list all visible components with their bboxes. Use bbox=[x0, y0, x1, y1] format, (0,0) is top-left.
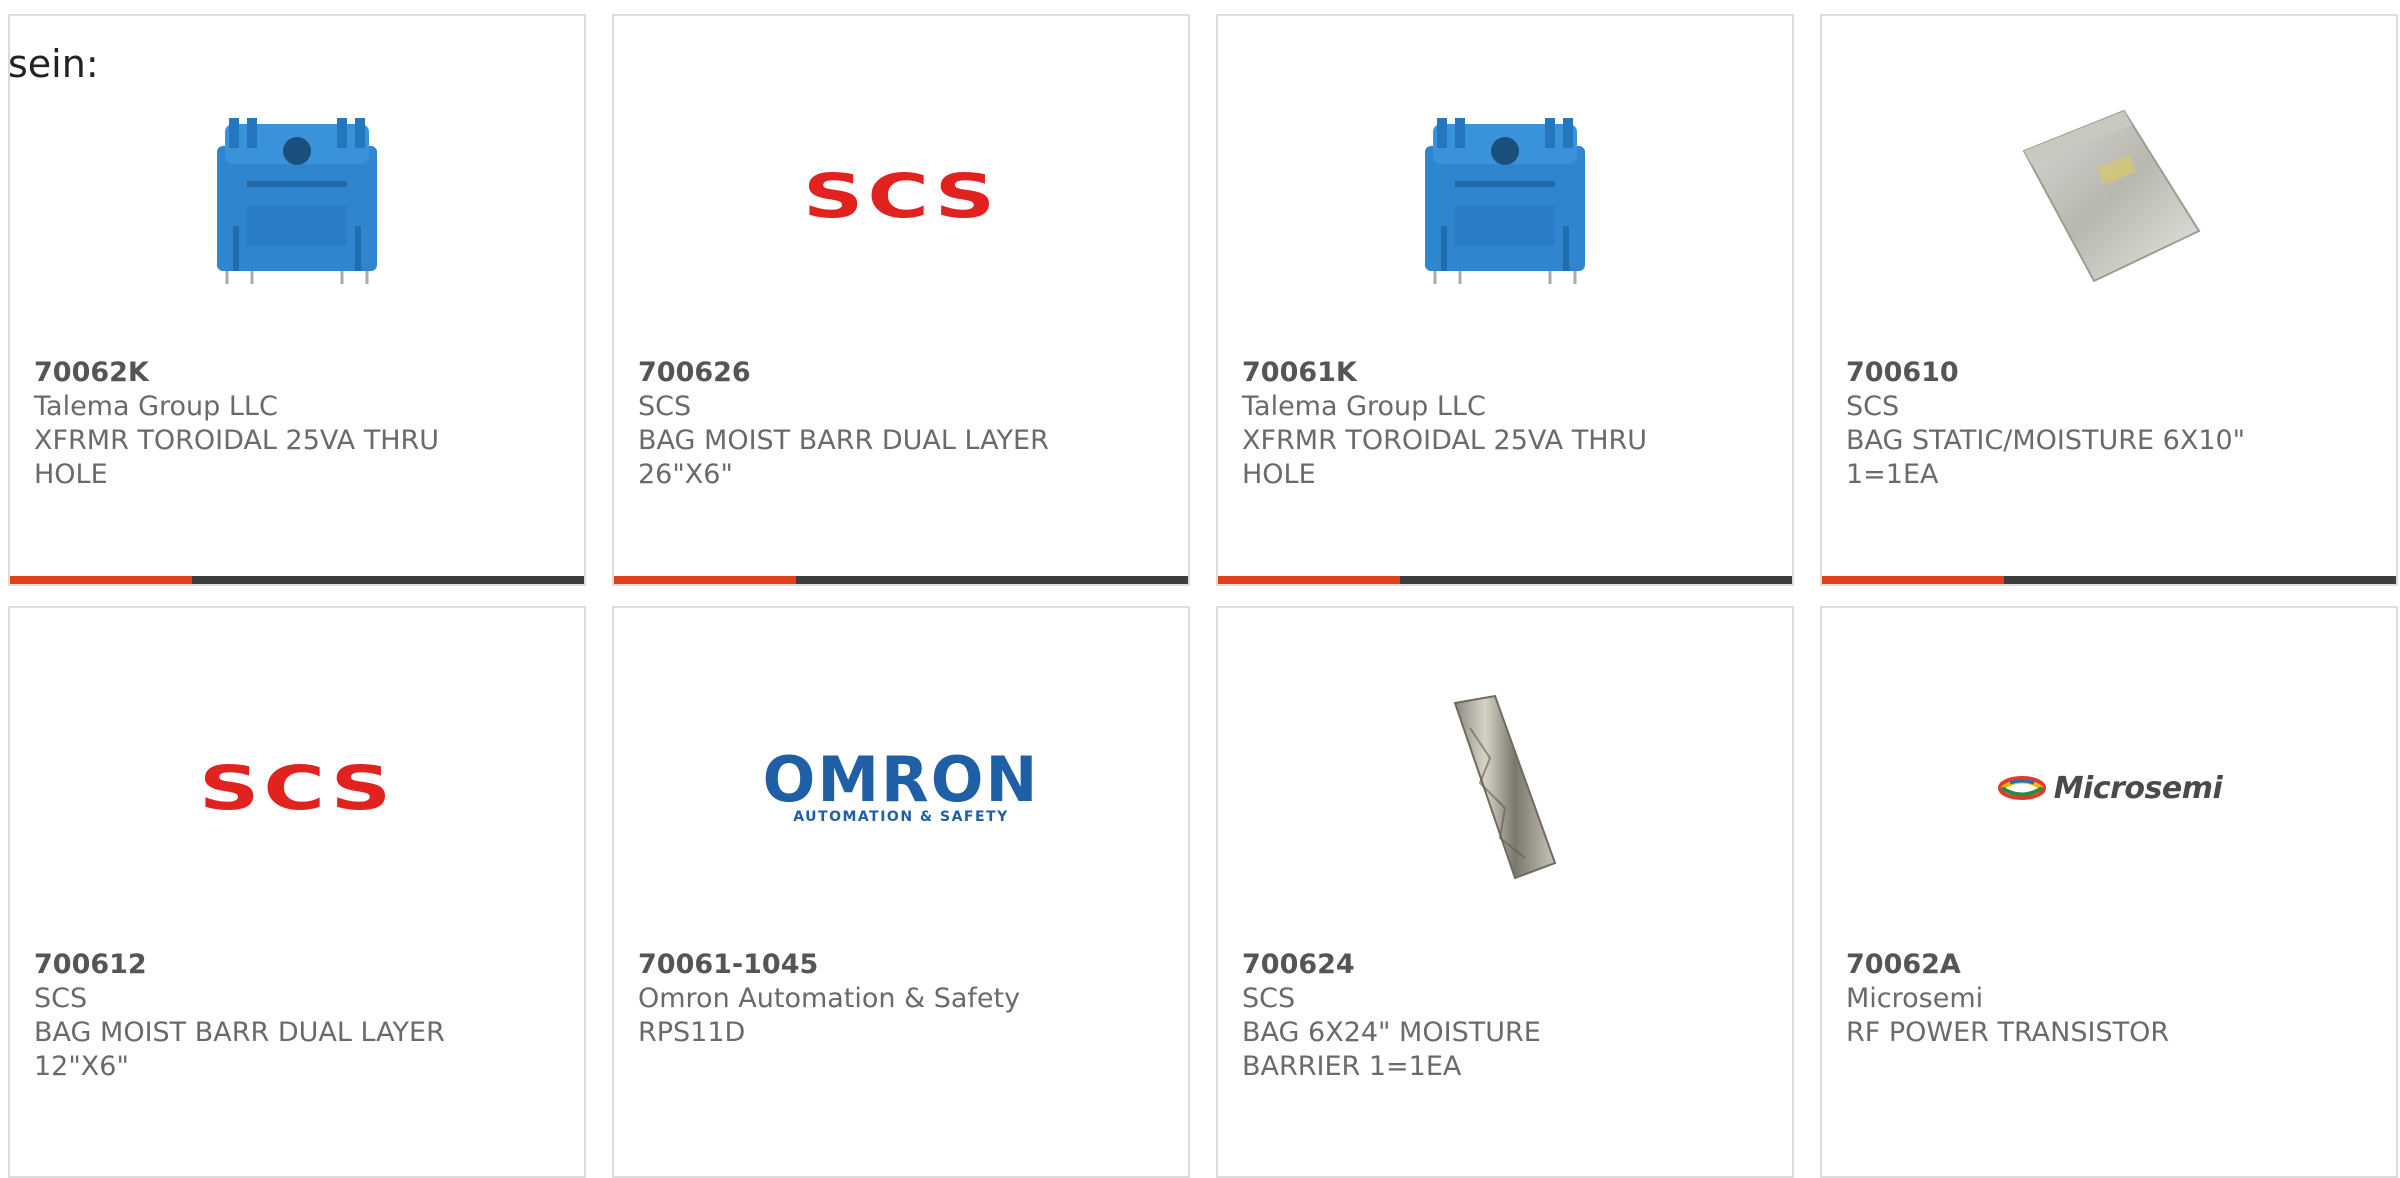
manufacturer: SCS bbox=[34, 983, 88, 1014]
card-bar bbox=[10, 576, 584, 584]
product-image[interactable]: SCS bbox=[614, 76, 1188, 316]
description: XFRMR TOROIDAL 25VA THRU HOLE bbox=[34, 425, 440, 490]
product-card[interactable]: 700624 SCS BAG 6X24" MOISTURE BARRIER 1=… bbox=[1216, 606, 1794, 1178]
product-info: 70062A Microsemi RF POWER TRANSISTOR bbox=[1846, 948, 2372, 1050]
manufacturer: Omron Automation & Safety bbox=[638, 983, 1021, 1014]
product-card[interactable]: Microsemi 70062A Microsemi RF POWER TRAN… bbox=[1820, 606, 2398, 1178]
description: RF POWER TRANSISTOR bbox=[1846, 1017, 2170, 1048]
card-bar-accent bbox=[1822, 576, 2004, 584]
part-number[interactable]: 700626 bbox=[638, 356, 1164, 390]
part-number[interactable]: 700610 bbox=[1846, 356, 2372, 390]
moisture-bag-image bbox=[1453, 694, 1557, 880]
product-info: 700626 SCS BAG MOIST BARR DUAL LAYER 26"… bbox=[638, 356, 1164, 492]
manufacturer: Talema Group LLC bbox=[34, 391, 278, 422]
card-bar bbox=[1218, 576, 1792, 584]
card-bar-accent bbox=[10, 576, 192, 584]
scs-logo: SCS bbox=[802, 160, 1000, 232]
description: BAG MOIST BARR DUAL LAYER 12"X6" bbox=[34, 1017, 445, 1082]
card-bar bbox=[1822, 576, 2396, 584]
omron-logo: OMRON AUTOMATION & SAFETY bbox=[762, 743, 1040, 826]
product-info: 700610 SCS BAG STATIC/MOISTURE 6X10" 1=1… bbox=[1846, 356, 2372, 492]
description: BAG MOIST BARR DUAL LAYER 26"X6" bbox=[638, 425, 1049, 490]
product-info: 70061-1045 Omron Automation & Safety RPS… bbox=[638, 948, 1164, 1050]
manufacturer: SCS bbox=[1846, 391, 1900, 422]
omron-logo-subtext: AUTOMATION & SAFETY bbox=[793, 809, 1009, 825]
description: XFRMR TOROIDAL 25VA THRU HOLE bbox=[1242, 425, 1648, 490]
product-image[interactable]: SCS bbox=[10, 668, 584, 908]
part-number[interactable]: 70062K bbox=[34, 356, 560, 390]
product-image[interactable] bbox=[1822, 76, 2396, 316]
manufacturer: SCS bbox=[638, 391, 692, 422]
description: BAG 6X24" MOISTURE BARRIER 1=1EA bbox=[1242, 1017, 1541, 1082]
part-number[interactable]: 70062A bbox=[1846, 948, 2372, 982]
product-card[interactable]: SCS 700612 SCS BAG MOIST BARR DUAL LAYER… bbox=[8, 606, 586, 1178]
part-number[interactable]: 70061K bbox=[1242, 356, 1768, 390]
product-card[interactable]: 70061K Talema Group LLC XFRMR TOROIDAL 2… bbox=[1216, 14, 1794, 586]
scs-logo: SCS bbox=[198, 752, 396, 824]
omron-logo-text: OMRON bbox=[762, 743, 1040, 816]
microsemi-swoosh-icon bbox=[1997, 776, 2046, 800]
product-card[interactable]: SCS 700626 SCS BAG MOIST BARR DUAL LAYER… bbox=[612, 14, 1190, 586]
microsemi-logo-text: Microsemi bbox=[2053, 770, 2223, 806]
card-bar-accent bbox=[1218, 576, 1400, 584]
product-image[interactable]: Microsemi bbox=[1822, 668, 2396, 908]
manufacturer: Microsemi bbox=[1846, 983, 1984, 1014]
product-card[interactable]: OMRON AUTOMATION & SAFETY 70061-1045 Omr… bbox=[612, 606, 1190, 1178]
product-info: 70061K Talema Group LLC XFRMR TOROIDAL 2… bbox=[1242, 356, 1768, 492]
manufacturer: Talema Group LLC bbox=[1242, 391, 1486, 422]
product-grid: 70062K Talema Group LLC XFRMR TOROIDAL 2… bbox=[8, 14, 2398, 1178]
product-info: 700624 SCS BAG 6X24" MOISTURE BARRIER 1=… bbox=[1242, 948, 1768, 1084]
part-number[interactable]: 700612 bbox=[34, 948, 560, 982]
card-bar-accent bbox=[614, 576, 796, 584]
product-card[interactable]: 70062K Talema Group LLC XFRMR TOROIDAL 2… bbox=[8, 14, 586, 586]
part-number[interactable]: 700624 bbox=[1242, 948, 1768, 982]
card-bar bbox=[614, 576, 1188, 584]
product-info: 70062K Talema Group LLC XFRMR TOROIDAL 2… bbox=[34, 356, 560, 492]
product-image[interactable] bbox=[10, 76, 584, 316]
transformer-image bbox=[1425, 118, 1585, 284]
page-label: sein: bbox=[8, 42, 99, 86]
product-image[interactable] bbox=[1218, 76, 1792, 316]
static-bag-image bbox=[2022, 109, 2201, 283]
manufacturer: SCS bbox=[1242, 983, 1296, 1014]
part-number[interactable]: 70061-1045 bbox=[638, 948, 1164, 982]
product-image[interactable] bbox=[1218, 668, 1792, 908]
product-card[interactable]: 700610 SCS BAG STATIC/MOISTURE 6X10" 1=1… bbox=[1820, 14, 2398, 586]
transformer-image bbox=[217, 118, 377, 284]
description: BAG STATIC/MOISTURE 6X10" 1=1EA bbox=[1846, 425, 2246, 490]
description: RPS11D bbox=[638, 1017, 746, 1048]
product-info: 700612 SCS BAG MOIST BARR DUAL LAYER 12"… bbox=[34, 948, 560, 1084]
microsemi-logo: Microsemi bbox=[1996, 771, 2223, 806]
product-image[interactable]: OMRON AUTOMATION & SAFETY bbox=[614, 668, 1188, 908]
